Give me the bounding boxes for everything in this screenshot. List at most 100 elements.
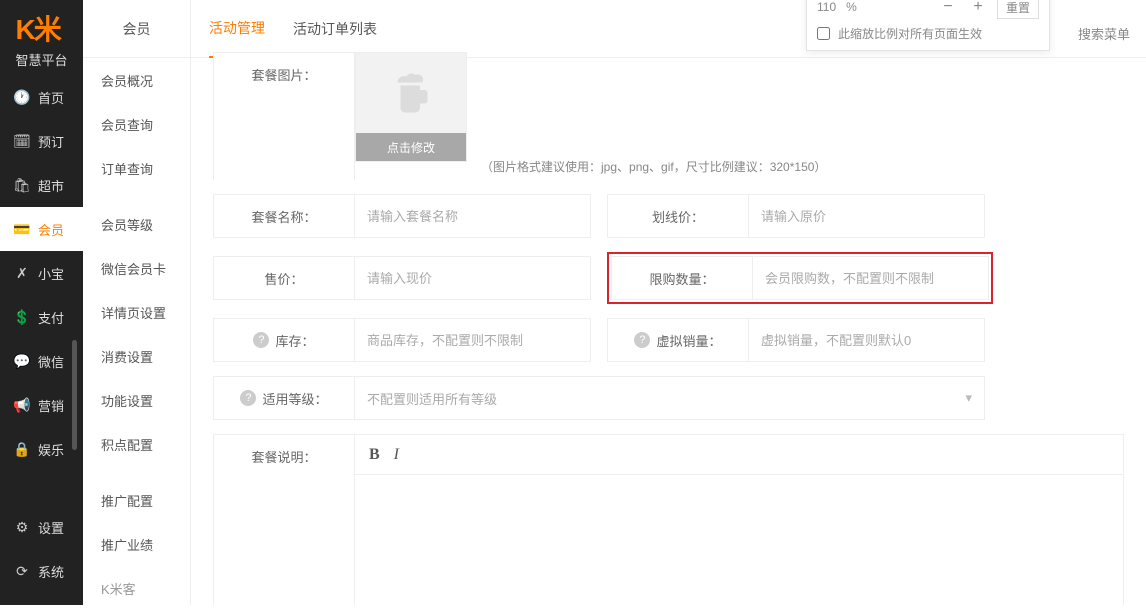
submenu-item-wxcard[interactable]: 微信会员卡: [83, 246, 190, 290]
logo-text: K米: [15, 8, 67, 48]
chevron-down-icon: ▾: [965, 390, 972, 406]
submenu-item-func[interactable]: 功能设置: [83, 378, 190, 422]
zoom-unit: %: [846, 0, 857, 14]
description-editor: B I: [355, 434, 1124, 605]
submenu-item-consume[interactable]: 消费设置: [83, 334, 190, 378]
label-virtual-text: 虚拟销量：: [656, 331, 721, 350]
label-price: 售价：: [213, 256, 355, 300]
x-icon: ✗: [14, 265, 30, 281]
submenu-item-promo[interactable]: 推广配置: [83, 478, 190, 522]
nav-label: 超市: [38, 176, 64, 195]
nav-label: 首页: [38, 88, 64, 107]
logo: K米 智慧平台: [15, 8, 67, 69]
italic-button[interactable]: I: [394, 446, 399, 464]
zoom-reset-button[interactable]: 重置: [997, 0, 1039, 19]
input-stock[interactable]: [355, 318, 591, 362]
submenu-item-order[interactable]: 订单查询: [83, 146, 190, 190]
submenu-item-kmike[interactable]: K米客: [83, 566, 190, 610]
nav-label: 小宝: [38, 264, 64, 283]
submenu-item-query[interactable]: 会员查询: [83, 102, 190, 146]
nav-system[interactable]: ⟳ 系统: [0, 549, 83, 593]
nav-label: 系统: [38, 562, 64, 581]
money-icon: 💲: [14, 309, 30, 325]
field-limit-highlighted: 限购数量：: [607, 252, 993, 304]
help-icon[interactable]: ?: [240, 390, 256, 406]
nav-xiaobao[interactable]: ✗ 小宝: [0, 251, 83, 295]
row-description: 套餐说明： B I: [213, 434, 1124, 605]
label-description: 套餐说明：: [213, 434, 355, 605]
input-limit[interactable]: [753, 256, 989, 300]
main-content: 活动管理 活动订单列表 套餐图片： 点击修改 （图片格式建议使用：jpg、png…: [191, 0, 1146, 605]
row-package-image: 套餐图片： 点击修改 （图片格式建议使用：jpg、png、gif，尺寸比例建议：…: [213, 52, 1124, 180]
label-package-image: 套餐图片：: [213, 52, 355, 180]
dashboard-icon: 🕐: [14, 89, 30, 105]
editor-toolbar: B I: [355, 435, 1123, 475]
nav-pay[interactable]: 💲 支付: [0, 295, 83, 339]
nav-entertain[interactable]: 🔒 娱乐: [0, 427, 83, 471]
label-level-text: 适用等级：: [262, 389, 327, 408]
card-icon: 💳: [14, 221, 30, 237]
submenu-item-detail[interactable]: 详情页设置: [83, 290, 190, 334]
select-level-placeholder: 不配置则适用所有等级: [367, 389, 497, 408]
nav-home[interactable]: 🕐 首页: [0, 75, 83, 119]
zoom-panel: 110 % − + 重置 此缩放比例对所有页面生效: [806, 0, 1050, 51]
submenu-title: 会员: [83, 0, 190, 58]
input-virtual[interactable]: [749, 318, 985, 362]
image-preview: [387, 53, 435, 133]
nav-label: 娱乐: [38, 440, 64, 459]
label-package-name: 套餐名称：: [213, 194, 355, 238]
help-icon[interactable]: ?: [253, 332, 269, 348]
nav-label: 支付: [38, 308, 64, 327]
submenu-item-level[interactable]: 会员等级: [83, 202, 190, 246]
search-menu-link[interactable]: 搜索菜单: [1078, 24, 1130, 43]
image-uploader[interactable]: 点击修改: [355, 52, 467, 162]
zoom-out-button[interactable]: −: [937, 0, 959, 18]
image-change-button[interactable]: 点击修改: [356, 133, 466, 161]
nav-marketing[interactable]: 📢 营销: [0, 383, 83, 427]
image-hint: （图片格式建议使用：jpg、png、gif，尺寸比例建议：320*150）: [481, 152, 826, 180]
nav-member[interactable]: 💳 会员: [0, 207, 83, 251]
left-sidebar: K米 智慧平台 🕐首页 🗓预订 🛍超市 💳会员 ✗小宝 💲支付 💬微信 📢营销 …: [0, 0, 83, 605]
editor-body[interactable]: [355, 475, 1123, 605]
label-limit: 限购数量：: [611, 256, 753, 300]
submenu-item-points[interactable]: 积点配置: [83, 422, 190, 466]
nav-market[interactable]: 🛍 超市: [0, 163, 83, 207]
label-stock: ?库存：: [213, 318, 355, 362]
lock-icon: 🔒: [14, 441, 30, 457]
nav-label: 设置: [38, 518, 64, 537]
sidebar-scrollbar[interactable]: [72, 340, 77, 450]
zoom-value: 110: [817, 0, 836, 14]
tab-order-list[interactable]: 活动订单列表: [293, 0, 377, 58]
label-virtual: ? 虚拟销量：: [607, 318, 749, 362]
submenu-item-perf[interactable]: 推广业绩: [83, 522, 190, 566]
bag-icon: 🛍: [14, 177, 30, 193]
help-icon[interactable]: ?: [634, 332, 650, 348]
nav-settings[interactable]: ⚙ 设置: [0, 505, 83, 549]
nav-label: 微信: [38, 352, 64, 371]
zoom-in-button[interactable]: +: [967, 0, 989, 18]
zoom-apply-all-label: 此缩放比例对所有页面生效: [838, 25, 982, 42]
bold-button[interactable]: B: [369, 446, 380, 464]
nav-label: 营销: [38, 396, 64, 415]
input-price[interactable]: [355, 256, 591, 300]
tab-activity-manage[interactable]: 活动管理: [209, 0, 265, 58]
label-strike-price: 划线价：: [607, 194, 749, 238]
megaphone-icon: 📢: [14, 397, 30, 413]
input-strike-price[interactable]: [749, 194, 985, 238]
nav-wechat[interactable]: 💬 微信: [0, 339, 83, 383]
wechat-icon: 💬: [14, 353, 30, 369]
nav-label: 会员: [38, 220, 64, 239]
nav-booking[interactable]: 🗓 预订: [0, 119, 83, 163]
submenu-item-overview[interactable]: 会员概况: [83, 58, 190, 102]
logo-sub: 智慧平台: [15, 50, 67, 69]
beer-icon: [387, 69, 435, 117]
gear-icon: ⚙: [14, 519, 30, 535]
submenu: 会员 会员概况 会员查询 订单查询 会员等级 微信会员卡 详情页设置 消费设置 …: [83, 0, 191, 605]
label-level: ? 适用等级：: [213, 376, 355, 420]
zoom-apply-all-checkbox[interactable]: [817, 27, 830, 40]
nav-label: 预订: [38, 132, 64, 151]
input-package-name[interactable]: [355, 194, 591, 238]
calendar-icon: 🗓: [14, 133, 30, 149]
select-level[interactable]: 不配置则适用所有等级 ▾: [355, 376, 985, 420]
refresh-icon: ⟳: [14, 563, 30, 579]
